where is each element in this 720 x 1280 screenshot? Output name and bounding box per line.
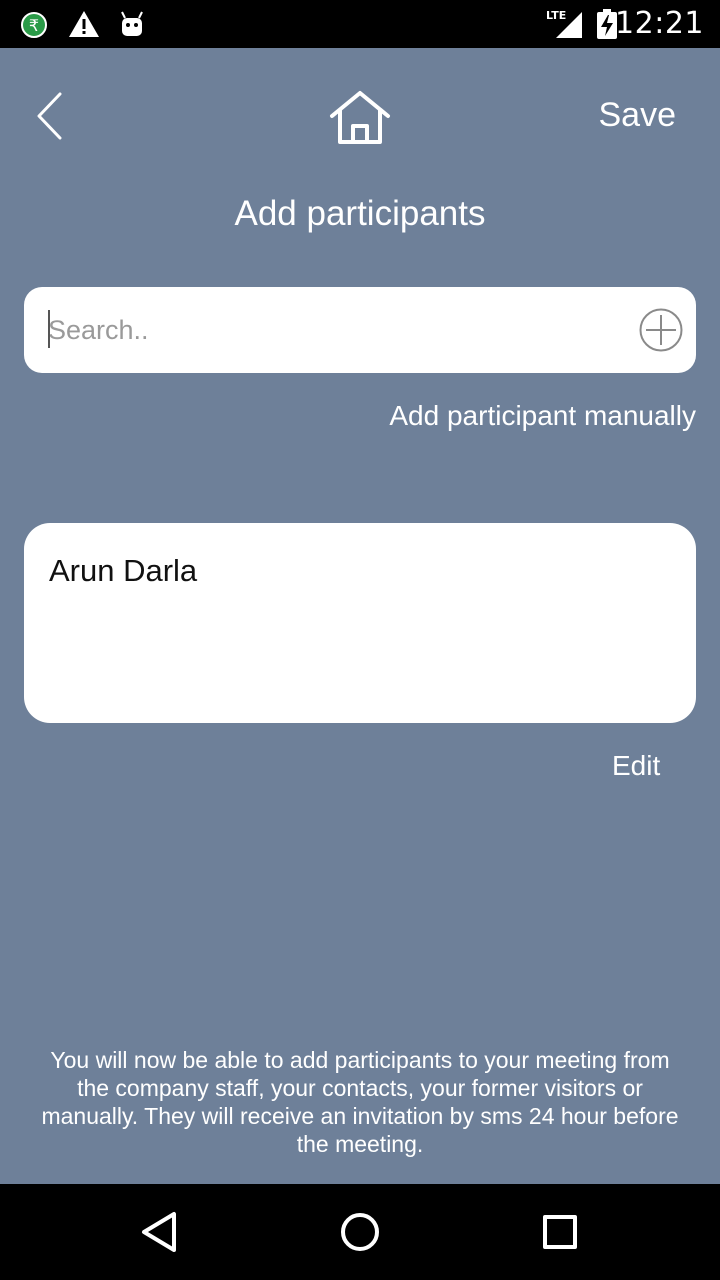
back-triangle-icon[interactable] bbox=[136, 1208, 184, 1256]
info-text: You will now be able to add participants… bbox=[41, 1047, 679, 1157]
status-bar: ₹ LTE 12:21 bbox=[0, 0, 720, 48]
page-title: Add participants bbox=[234, 194, 486, 233]
lte-signal-icon: LTE bbox=[546, 9, 582, 38]
edit-button[interactable]: Edit bbox=[612, 750, 660, 782]
android-icon bbox=[121, 11, 143, 36]
recents-square-icon[interactable] bbox=[536, 1208, 584, 1256]
save-button[interactable]: Save bbox=[599, 96, 677, 135]
home-icon bbox=[330, 91, 390, 144]
chevron-left-icon bbox=[37, 92, 62, 140]
rupee-notification-icon: ₹ bbox=[21, 12, 47, 38]
plus-circle-icon[interactable] bbox=[638, 307, 684, 353]
search-input[interactable] bbox=[48, 307, 628, 353]
participant-item[interactable]: Arun Darla bbox=[49, 553, 197, 589]
search-box bbox=[24, 287, 696, 373]
add-participant-manually-link[interactable]: Add participant manually bbox=[389, 400, 696, 432]
back-button[interactable] bbox=[30, 88, 70, 144]
svg-text:₹: ₹ bbox=[29, 16, 39, 35]
home-button[interactable] bbox=[328, 88, 392, 148]
svg-text:LTE: LTE bbox=[546, 9, 566, 22]
navigation-bar bbox=[0, 1184, 720, 1280]
participants-list: Arun Darla bbox=[24, 523, 696, 723]
status-time: 12:21 bbox=[615, 6, 704, 41]
warning-icon bbox=[69, 11, 99, 37]
text-cursor bbox=[48, 310, 50, 348]
home-circle-icon[interactable] bbox=[336, 1208, 384, 1256]
